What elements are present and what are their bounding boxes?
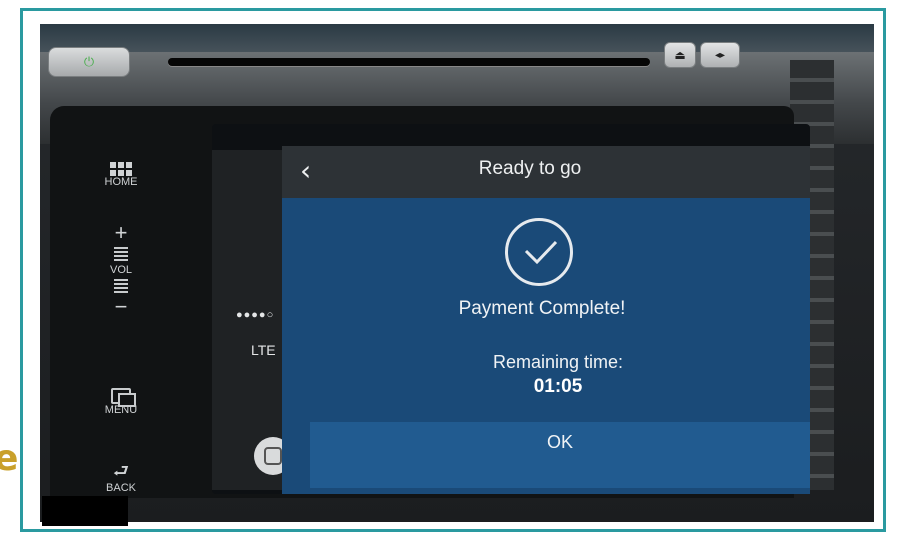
home-label: HOME [104, 176, 138, 188]
checkmark-icon [505, 218, 573, 286]
hardware-button-column: HOME + VOL − MENU ⮐ BACK [90, 130, 152, 498]
signal-strength-icon: ●●●●○ [236, 309, 275, 321]
eject-button[interactable]: ⏏ [664, 42, 696, 68]
cd-slot [168, 58, 650, 66]
source-icon: ◂▸ [714, 49, 726, 61]
volume-label: VOL [109, 264, 132, 276]
grid-icon [110, 162, 132, 176]
volume-up-icon[interactable]: + [115, 222, 128, 244]
cropped-caption-text: e [0, 438, 19, 479]
volume-bar-icon [114, 279, 128, 293]
source-button[interactable]: ◂▸ [700, 42, 740, 68]
payment-status-message: Payment Complete! [458, 298, 626, 319]
volume-bar-icon [114, 247, 128, 261]
back-arrow-icon: ⮐ [112, 461, 130, 481]
ok-button-label[interactable]: OK [310, 432, 810, 453]
power-icon: ⏻ [83, 54, 95, 69]
page-title: Ready to go [478, 158, 582, 179]
menu-icon [111, 388, 136, 407]
volume-down-icon[interactable]: − [115, 296, 128, 318]
network-label: LTE [251, 342, 276, 358]
volume-control[interactable]: + VOL − [90, 222, 152, 318]
black-overlay [42, 496, 128, 526]
eject-icon: ⏏ [674, 48, 686, 62]
back-hardware-button[interactable]: ⮐ BACK [90, 460, 152, 494]
dashboard-top-strip [40, 24, 874, 52]
remaining-time-label: Remaining time: [492, 352, 624, 372]
home-hardware-button[interactable]: HOME [90, 162, 152, 188]
back-label: BACK [106, 482, 136, 494]
power-button[interactable]: ⏻ [48, 47, 130, 77]
menu-hardware-button[interactable]: MENU [90, 388, 152, 416]
remaining-time-value: 01:05 [533, 376, 583, 397]
back-chevron-icon[interactable]: ‹ [300, 156, 311, 186]
